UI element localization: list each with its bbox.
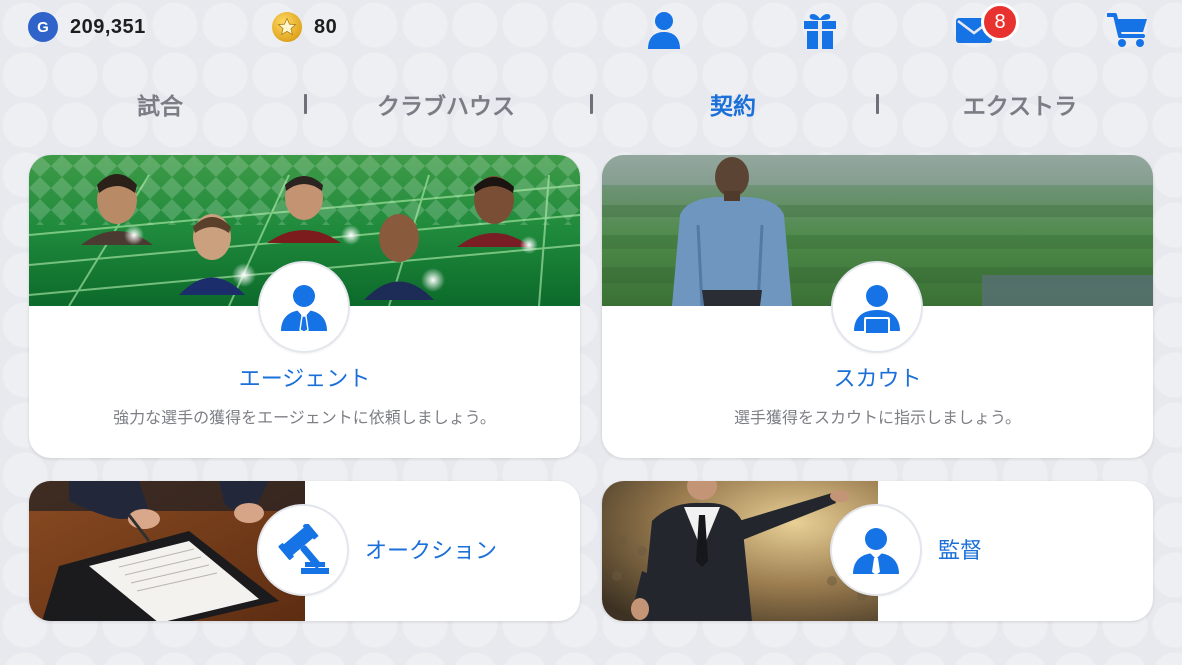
tab-divider bbox=[304, 94, 307, 114]
star-coin-icon bbox=[272, 12, 302, 42]
agent-title: エージェント bbox=[238, 367, 371, 392]
main-tabs: 試合 クラブハウス 契約 エクストラ bbox=[20, 82, 1162, 126]
user-icon[interactable] bbox=[642, 8, 686, 52]
scout-title: スカウト bbox=[833, 367, 922, 392]
tab-divider bbox=[876, 94, 879, 114]
gp-coin-icon: G bbox=[28, 12, 58, 42]
manager-icon bbox=[830, 504, 922, 596]
gp-balance: G 209,351 bbox=[28, 11, 146, 43]
coin-balance: 80 bbox=[272, 11, 337, 43]
auction-card[interactable]: オークション bbox=[29, 481, 580, 621]
svg-text:G: G bbox=[37, 19, 49, 36]
tab-clubhouse[interactable]: クラブハウス bbox=[316, 82, 576, 126]
gift-icon[interactable] bbox=[798, 8, 842, 52]
agent-card[interactable]: エージェント 強力な選手の獲得をエージェントに依頼しましょう。 bbox=[29, 155, 580, 458]
manager-title: 監督 bbox=[938, 539, 983, 564]
mail-badge: 8 bbox=[981, 3, 1019, 41]
gp-value: 209,351 bbox=[70, 15, 146, 38]
agent-icon bbox=[258, 261, 350, 353]
top-bar: G 209,351 80 8 bbox=[0, 0, 1182, 56]
gavel-icon bbox=[257, 504, 349, 596]
auction-title: オークション bbox=[365, 539, 498, 564]
scout-icon bbox=[831, 261, 923, 353]
tab-contracts[interactable]: 契約 bbox=[603, 82, 863, 126]
coin-value: 80 bbox=[314, 15, 338, 38]
cart-icon[interactable] bbox=[1106, 8, 1150, 52]
scout-card[interactable]: スカウト 選手獲得をスカウトに指示しましょう。 bbox=[602, 155, 1153, 458]
tab-divider bbox=[590, 94, 593, 114]
scout-description: 選手獲得をスカウトに指示しましょう。 bbox=[733, 408, 1022, 427]
manager-card[interactable]: 監督 bbox=[602, 481, 1153, 621]
tab-extra[interactable]: エクストラ bbox=[890, 82, 1150, 126]
tab-match[interactable]: 試合 bbox=[30, 82, 290, 126]
agent-description: 強力な選手の獲得をエージェントに依頼しましょう。 bbox=[113, 408, 496, 427]
